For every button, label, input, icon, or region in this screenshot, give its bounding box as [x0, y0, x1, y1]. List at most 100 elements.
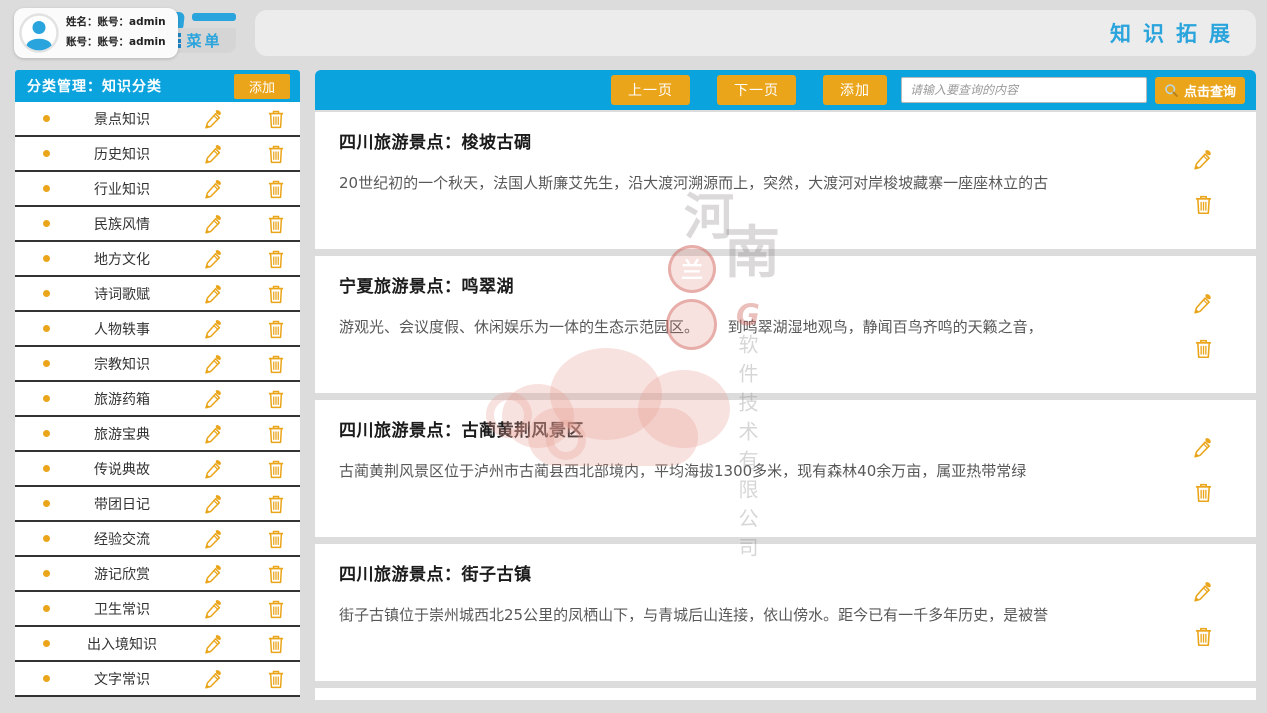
article-excerpt: 20世纪初的一个秋天，法国人斯廉艾先生，沿大渡河溯源而上，突然，大渡河对岸梭坡藏… — [339, 172, 1146, 195]
category-delete-button[interactable] — [266, 283, 286, 305]
category-edit-button[interactable] — [204, 493, 224, 515]
category-delete-button[interactable] — [266, 598, 286, 620]
delete-trash-icon — [1193, 337, 1214, 360]
delete-trash-icon — [266, 318, 286, 340]
category-delete-button[interactable] — [266, 388, 286, 410]
article-delete-button[interactable] — [1193, 193, 1214, 216]
delete-trash-icon — [266, 143, 286, 165]
category-edit-button[interactable] — [204, 283, 224, 305]
category-edit-button[interactable] — [204, 633, 224, 655]
search-button-label: 点击查询 — [1184, 81, 1236, 100]
category-label: 诗词歌赋 — [56, 284, 188, 304]
category-edit-button[interactable] — [204, 598, 224, 620]
category-edit-button[interactable] — [204, 528, 224, 550]
category-edit-button[interactable] — [204, 353, 224, 375]
category-row[interactable]: 地方文化 — [15, 242, 300, 277]
category-add-button[interactable]: 添加 — [234, 74, 290, 99]
search-button[interactable]: 点击查询 — [1155, 77, 1245, 104]
next-page-button[interactable]: 下一页 — [717, 75, 796, 105]
category-delete-button[interactable] — [266, 633, 286, 655]
category-delete-button[interactable] — [266, 143, 286, 165]
category-row[interactable]: 卫生常识 — [15, 592, 300, 627]
bullet-icon — [43, 255, 50, 262]
category-delete-button[interactable] — [266, 318, 286, 340]
delete-trash-icon — [266, 353, 286, 375]
article-excerpt: 游观光、会议度假、休闲娱乐为一体的生态示范园区。 到鸣翠湖湿地观鸟，静闻百鸟齐鸣… — [339, 316, 1146, 339]
category-row[interactable]: 传说典故 — [15, 452, 300, 487]
search-icon — [1164, 83, 1179, 98]
category-label: 历史知识 — [56, 144, 188, 164]
category-edit-button[interactable] — [204, 213, 224, 235]
bullet-icon — [43, 325, 50, 332]
prev-page-button[interactable]: 上一页 — [611, 75, 690, 105]
edit-pencil-icon — [204, 108, 224, 130]
article-actions — [1193, 148, 1214, 216]
category-row[interactable]: 出入境知识 — [15, 627, 300, 662]
article-edit-button[interactable] — [1193, 292, 1214, 315]
delete-trash-icon — [266, 178, 286, 200]
category-edit-button[interactable] — [204, 563, 224, 585]
article-actions — [1193, 292, 1214, 360]
category-edit-button[interactable] — [204, 108, 224, 130]
category-list: 景点知识 历史知识 — [15, 102, 300, 697]
category-row[interactable]: 行业知识 — [15, 172, 300, 207]
article-delete-button[interactable] — [1193, 481, 1214, 504]
edit-pencil-icon — [204, 143, 224, 165]
category-delete-button[interactable] — [266, 178, 286, 200]
category-delete-button[interactable] — [266, 108, 286, 130]
edit-pencil-icon — [204, 388, 224, 410]
category-row[interactable]: 文字常识 — [15, 662, 300, 697]
category-delete-button[interactable] — [266, 423, 286, 445]
article-title: 四川旅游景点：古蔺黄荆风景区 — [339, 416, 584, 441]
search-input[interactable] — [901, 77, 1147, 103]
category-label: 景点知识 — [56, 109, 188, 129]
category-row[interactable]: 旅游宝典 — [15, 417, 300, 452]
article-delete-button[interactable] — [1193, 337, 1214, 360]
category-edit-button[interactable] — [204, 248, 224, 270]
sidebar-header: 分类管理：知识分类 添加 — [15, 70, 300, 102]
category-label: 旅游药箱 — [56, 389, 188, 409]
category-row[interactable]: 宗教知识 — [15, 347, 300, 382]
category-row[interactable]: 经验交流 — [15, 522, 300, 557]
article-delete-button[interactable] — [1193, 625, 1214, 648]
edit-pencil-icon — [204, 668, 224, 690]
category-row[interactable]: 游记欣赏 — [15, 557, 300, 592]
category-edit-button[interactable] — [204, 458, 224, 480]
article-edit-button[interactable] — [1193, 148, 1214, 171]
category-row[interactable]: 人物轶事 — [15, 312, 300, 347]
category-label: 传说典故 — [56, 459, 188, 479]
category-delete-button[interactable] — [266, 248, 286, 270]
category-edit-button[interactable] — [204, 388, 224, 410]
category-edit-button[interactable] — [204, 143, 224, 165]
category-delete-button[interactable] — [266, 353, 286, 375]
category-edit-button[interactable] — [204, 423, 224, 445]
edit-pencil-icon — [204, 458, 224, 480]
category-row[interactable]: 旅游药箱 — [15, 382, 300, 417]
category-edit-button[interactable] — [204, 318, 224, 340]
category-delete-button[interactable] — [266, 563, 286, 585]
category-row[interactable]: 景点知识 — [15, 102, 300, 137]
category-label: 宗教知识 — [56, 354, 188, 374]
category-delete-button[interactable] — [266, 458, 286, 480]
category-delete-button[interactable] — [266, 528, 286, 550]
category-sidebar: 分类管理：知识分类 添加 景点知识 历史知识 — [15, 70, 300, 700]
category-delete-button[interactable] — [266, 213, 286, 235]
article-add-button[interactable]: 添加 — [823, 75, 887, 105]
article-edit-button[interactable] — [1193, 580, 1214, 603]
category-label: 地方文化 — [56, 249, 188, 269]
category-label: 民族风情 — [56, 214, 188, 234]
category-delete-button[interactable] — [266, 668, 286, 690]
category-edit-button[interactable] — [204, 178, 224, 200]
category-row[interactable]: 带团日记 — [15, 487, 300, 522]
category-label: 旅游宝典 — [56, 424, 188, 444]
category-row[interactable]: 历史知识 — [15, 137, 300, 172]
menu-label: 菜单 — [186, 30, 222, 51]
sidebar-title: 分类管理：知识分类 — [27, 76, 162, 96]
category-row[interactable]: 诗词歌赋 — [15, 277, 300, 312]
article-edit-button[interactable] — [1193, 436, 1214, 459]
category-delete-button[interactable] — [266, 493, 286, 515]
category-edit-button[interactable] — [204, 668, 224, 690]
category-row[interactable]: 民族风情 — [15, 207, 300, 242]
article-excerpt: 古蔺黄荆风景区位于泸州市古蔺县西北部境内，平均海拔1300多米，现有森林40余万… — [339, 460, 1146, 483]
category-label: 游记欣赏 — [56, 564, 188, 584]
